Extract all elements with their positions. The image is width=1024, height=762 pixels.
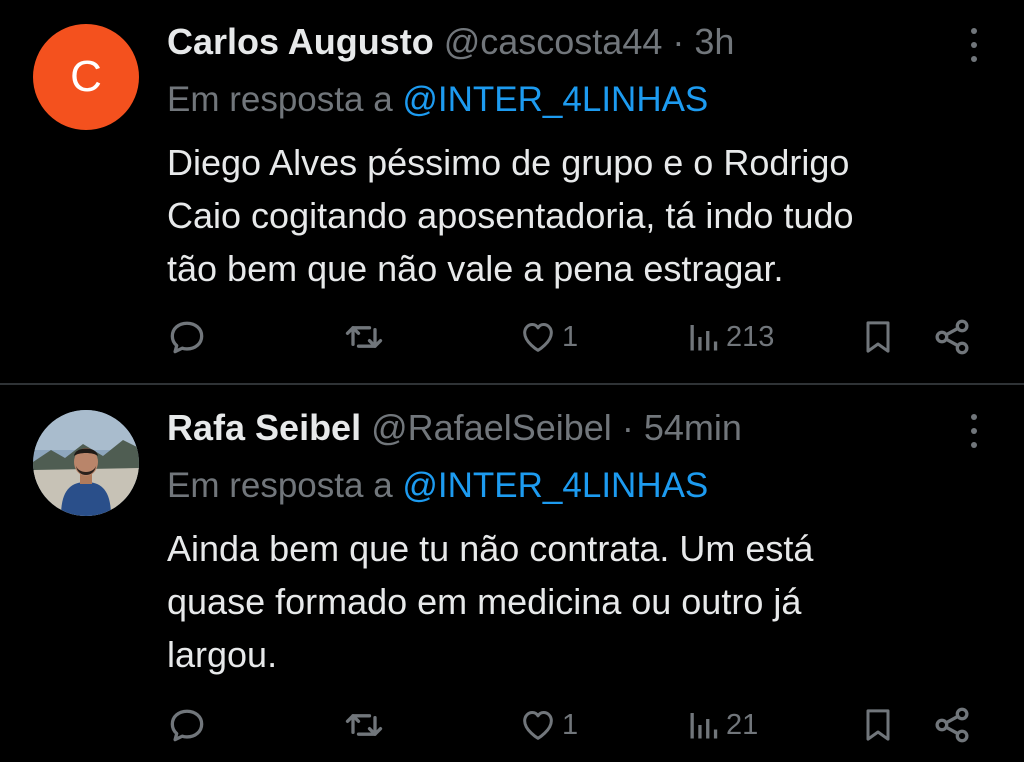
tweet-text-line: largou. bbox=[167, 634, 278, 675]
retweet-button[interactable] bbox=[342, 700, 386, 750]
views-button[interactable]: 213 bbox=[686, 312, 774, 362]
share-button[interactable] bbox=[930, 312, 974, 362]
like-button[interactable]: 1 bbox=[518, 312, 578, 362]
tweet-header: Carlos Augusto @cascosta44 · 3h bbox=[167, 20, 734, 64]
avatar[interactable]: C bbox=[33, 24, 139, 130]
author-handle[interactable]: @RafaelSeibel bbox=[371, 407, 612, 448]
tweet-text-line: Diego Alves péssimo de grupo e o Rodrigo bbox=[167, 142, 850, 183]
heart-icon bbox=[523, 323, 553, 352]
tweet-text: Diego Alves péssimo de grupo e o Rodrigo… bbox=[167, 136, 987, 295]
more-vertical-icon[interactable] bbox=[962, 28, 986, 62]
reply-button[interactable] bbox=[165, 700, 209, 750]
tweet-text-line: quase formado em medicina ou outro já bbox=[167, 581, 802, 622]
separator-dot: · bbox=[621, 407, 634, 448]
like-count: 1 bbox=[562, 320, 579, 353]
reply-context: Em resposta a @INTER_4LINHAS bbox=[167, 464, 708, 508]
author-name[interactable]: Carlos Augusto bbox=[167, 21, 434, 62]
tweet-text-line: Ainda bem que tu não contrata. Um está bbox=[167, 528, 814, 569]
retweet-icon bbox=[345, 714, 383, 736]
reply-context: Em resposta a @INTER_4LINHAS bbox=[167, 78, 708, 122]
share-button[interactable] bbox=[930, 700, 974, 750]
views-icon bbox=[690, 713, 718, 739]
reply-icon bbox=[170, 321, 204, 354]
tweet-divider bbox=[0, 383, 1024, 385]
bookmark-icon bbox=[866, 709, 890, 741]
views-button[interactable]: 21 bbox=[686, 700, 758, 750]
views-icon bbox=[690, 325, 718, 351]
reply-button[interactable] bbox=[165, 312, 209, 362]
bookmark-button[interactable] bbox=[858, 312, 898, 362]
reply-prefix: Em resposta a bbox=[167, 80, 403, 119]
tweet[interactable]: Rafa Seibel @RafaelSeibel · 54min Em res… bbox=[0, 386, 1024, 762]
tweet-text: Ainda bem que tu não contrata. Um está q… bbox=[167, 522, 987, 681]
author-name[interactable]: Rafa Seibel bbox=[167, 407, 361, 448]
action-bar: 1 21 bbox=[0, 700, 1024, 750]
reply-icon bbox=[170, 709, 204, 742]
avatar-photo bbox=[33, 410, 139, 516]
tweet[interactable]: C Carlos Augusto @cascosta44 · 3h Em res… bbox=[0, 0, 1024, 384]
reply-prefix: Em resposta a bbox=[167, 466, 403, 505]
heart-icon bbox=[523, 711, 553, 740]
action-bar: 1 213 bbox=[0, 312, 1024, 362]
more-vertical-icon[interactable] bbox=[962, 414, 986, 448]
avatar[interactable] bbox=[33, 410, 139, 516]
share-icon bbox=[935, 707, 969, 743]
like-count: 1 bbox=[562, 708, 579, 741]
share-icon bbox=[935, 319, 969, 355]
views-count: 213 bbox=[726, 320, 775, 353]
reply-handle-link[interactable]: @INTER_4LINHAS bbox=[402, 466, 708, 505]
views-count: 21 bbox=[726, 708, 759, 741]
tweet-header: Rafa Seibel @RafaelSeibel · 54min bbox=[167, 406, 742, 450]
avatar-letter: C bbox=[70, 52, 102, 101]
bookmark-icon bbox=[866, 321, 890, 353]
timestamp[interactable]: 54min bbox=[644, 407, 742, 448]
separator-dot: · bbox=[672, 21, 685, 62]
tweet-text-line: tão bem que não vale a pena estragar. bbox=[167, 248, 784, 289]
retweet-icon bbox=[345, 326, 383, 348]
retweet-button[interactable] bbox=[342, 312, 386, 362]
tweet-text-line: Caio cogitando aposentadoria, tá indo tu… bbox=[167, 195, 854, 236]
like-button[interactable]: 1 bbox=[518, 700, 578, 750]
author-handle[interactable]: @cascosta44 bbox=[444, 21, 663, 62]
bookmark-button[interactable] bbox=[858, 700, 898, 750]
timestamp[interactable]: 3h bbox=[694, 21, 734, 62]
reply-handle-link[interactable]: @INTER_4LINHAS bbox=[402, 80, 708, 119]
